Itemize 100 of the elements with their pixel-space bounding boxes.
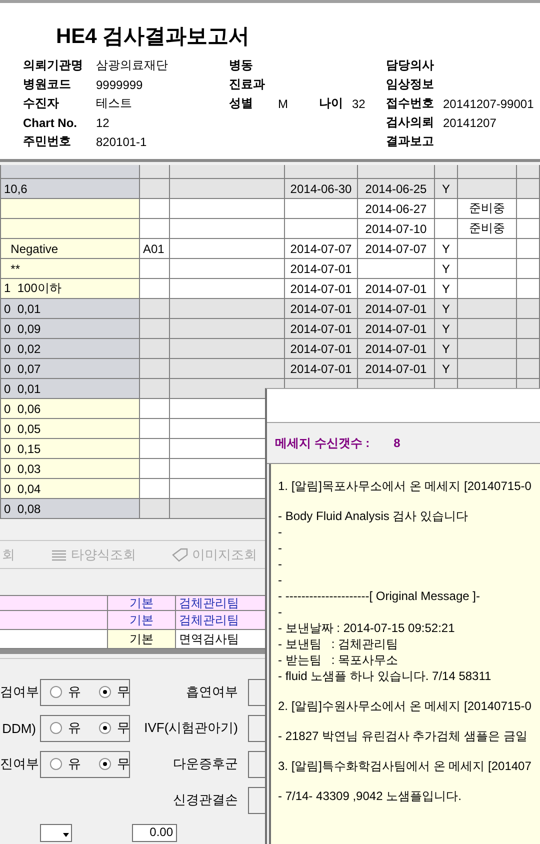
field-value: 12 xyxy=(96,116,110,130)
field-value: 20141207 xyxy=(443,116,496,130)
table-cell: Y xyxy=(435,279,458,298)
list-icon xyxy=(51,548,67,560)
condition-label: 신경관결손 xyxy=(173,792,238,807)
field-value: 삼광의료재단 xyxy=(96,58,168,72)
message-line: 2. [알림]수원사무소에서 온 메세지 [20140715-0 xyxy=(278,699,532,713)
field-label: 성별 xyxy=(229,96,253,110)
table-cell: 기본 xyxy=(108,611,176,629)
radio-button[interactable] xyxy=(50,722,62,734)
table-cell: 0 0,04 xyxy=(0,479,140,498)
table-cell: 0 0,08 xyxy=(0,499,140,518)
table-cell: 0 0,01 xyxy=(0,299,140,318)
field-value: 20141207-99001 xyxy=(443,96,534,110)
table-cell: ** xyxy=(0,259,140,278)
table-cell: 2014-07-10 xyxy=(358,219,435,238)
message-line: - 21827 박연님 유린검사 추가검체 샘플은 금일 xyxy=(278,729,528,743)
field-label: 결과보고 xyxy=(386,134,434,148)
table-cell: 2014-06-30 xyxy=(285,179,358,198)
table-cell: 10,6 xyxy=(0,179,140,198)
radio-button[interactable] xyxy=(99,686,111,698)
table-cell: Y xyxy=(435,319,458,338)
table-cell: 2014-07-01 xyxy=(358,339,435,358)
table-cell: 기본 xyxy=(108,596,176,610)
field-label: 검사의뢰 xyxy=(386,115,434,129)
table-cell: 준비중 xyxy=(458,219,517,238)
field-label: 의뢰기관명 xyxy=(23,58,83,72)
field-label: 진료과 xyxy=(229,77,265,91)
field-label: Chart No. xyxy=(23,116,77,130)
table-cell: 2014-07-01 xyxy=(285,279,358,298)
table-cell: 2014-07-01 xyxy=(358,299,435,318)
table-cell: A01 xyxy=(140,239,170,258)
table-cell: 2014-07-01 xyxy=(285,259,358,278)
table-cell: 2014-07-01 xyxy=(358,319,435,338)
table-cell: 0 0,06 xyxy=(0,399,140,418)
table-cell: 0 0,01 xyxy=(0,379,140,398)
message-count: 8 xyxy=(394,436,400,450)
option-label: 유 xyxy=(68,683,81,701)
condition-label: 검여부 xyxy=(0,684,39,699)
condition-label: DDM) xyxy=(2,720,36,736)
field-label: 주민번호 xyxy=(23,134,71,148)
report-title: HE4 검사결과보고서 xyxy=(56,24,250,50)
table-cell: 2014-07-07 xyxy=(358,239,435,258)
message-line: - xyxy=(278,557,282,571)
table-cell: 2014-07-01 xyxy=(285,299,358,318)
message-line: - 보낸팀 : 검체관리팀 xyxy=(278,637,398,651)
table-cell: 0 0,03 xyxy=(0,459,140,478)
table-cell: 0 0,02 xyxy=(0,339,140,358)
condition-label: IVF(시험관아기) xyxy=(144,720,238,735)
table-cell: 2014-07-01 xyxy=(285,359,358,378)
message-line: - fluid 노샘플 하나 있습니다. 7/14 58311 xyxy=(278,669,492,683)
field-value: 9999999 xyxy=(96,78,143,92)
table-cell: 2014-07-01 xyxy=(285,319,358,338)
field-value: M xyxy=(278,96,288,110)
weight-field[interactable]: 0.00 xyxy=(132,824,177,842)
condition-label: 진여부 xyxy=(0,756,39,771)
table-cell: Y xyxy=(435,239,458,258)
field-label: 병동 xyxy=(229,58,253,72)
message-line: 3. [알림]특수화학검사팀에서 온 메세지 [201407 xyxy=(278,759,532,773)
radio-button[interactable] xyxy=(50,758,62,770)
table-cell: 2014-07-01 xyxy=(285,339,358,358)
dropdown[interactable] xyxy=(40,824,72,842)
message-line: - xyxy=(278,541,282,555)
table-cell: Y xyxy=(435,299,458,318)
table-cell: 준비중 xyxy=(458,199,517,218)
message-line: - xyxy=(278,573,282,587)
table-cell: 0 0,05 xyxy=(0,419,140,438)
field-value: 32 xyxy=(352,96,366,110)
message-line: - xyxy=(278,525,282,539)
radio-button[interactable] xyxy=(99,758,111,770)
option-label: 무 xyxy=(117,719,130,737)
table-cell: Y xyxy=(435,339,458,358)
option-label: 무 xyxy=(117,755,130,773)
message-line: - 받는팀 : 목포사무소 xyxy=(278,653,398,667)
field-label: 병원코드 xyxy=(23,77,71,91)
field-label: 접수번호 xyxy=(386,96,434,110)
field-label: 수진자 xyxy=(23,96,59,110)
option-label: 유 xyxy=(68,719,81,737)
tag-icon xyxy=(172,548,188,562)
table-cell: Negative xyxy=(0,239,140,258)
radio-button[interactable] xyxy=(50,686,62,698)
table-cell: 2014-06-25 xyxy=(358,179,435,198)
field-value: 820101-1 xyxy=(96,134,147,148)
table-cell: 0 0,15 xyxy=(0,439,140,458)
message-line: - Body Fluid Analysis 검사 있습니다 xyxy=(278,509,468,523)
table-cell: 2014-07-01 xyxy=(358,279,435,298)
field-value: 테스트 xyxy=(96,96,132,110)
message-line: 1. [알림]목포사무소에서 온 메세지 [20140715-0 xyxy=(278,479,532,493)
message-count-label: 메세지 수신갯수 : xyxy=(275,434,370,452)
option-label: 무 xyxy=(117,683,130,701)
radio-button[interactable] xyxy=(99,722,111,734)
field-label: 나이 xyxy=(319,96,343,110)
table-cell: Y xyxy=(435,359,458,378)
table-cell: Y xyxy=(435,179,458,198)
option-label: 유 xyxy=(68,755,81,773)
condition-label: 흡연여부 xyxy=(186,684,238,699)
message-line: - 7/14- 43309 ,9042 노샘플입니다. xyxy=(278,789,462,803)
table-cell: 0 0,09 xyxy=(0,319,140,338)
condition-label: 다운증후군 xyxy=(173,756,238,771)
table-cell: 2014-07-07 xyxy=(285,239,358,258)
